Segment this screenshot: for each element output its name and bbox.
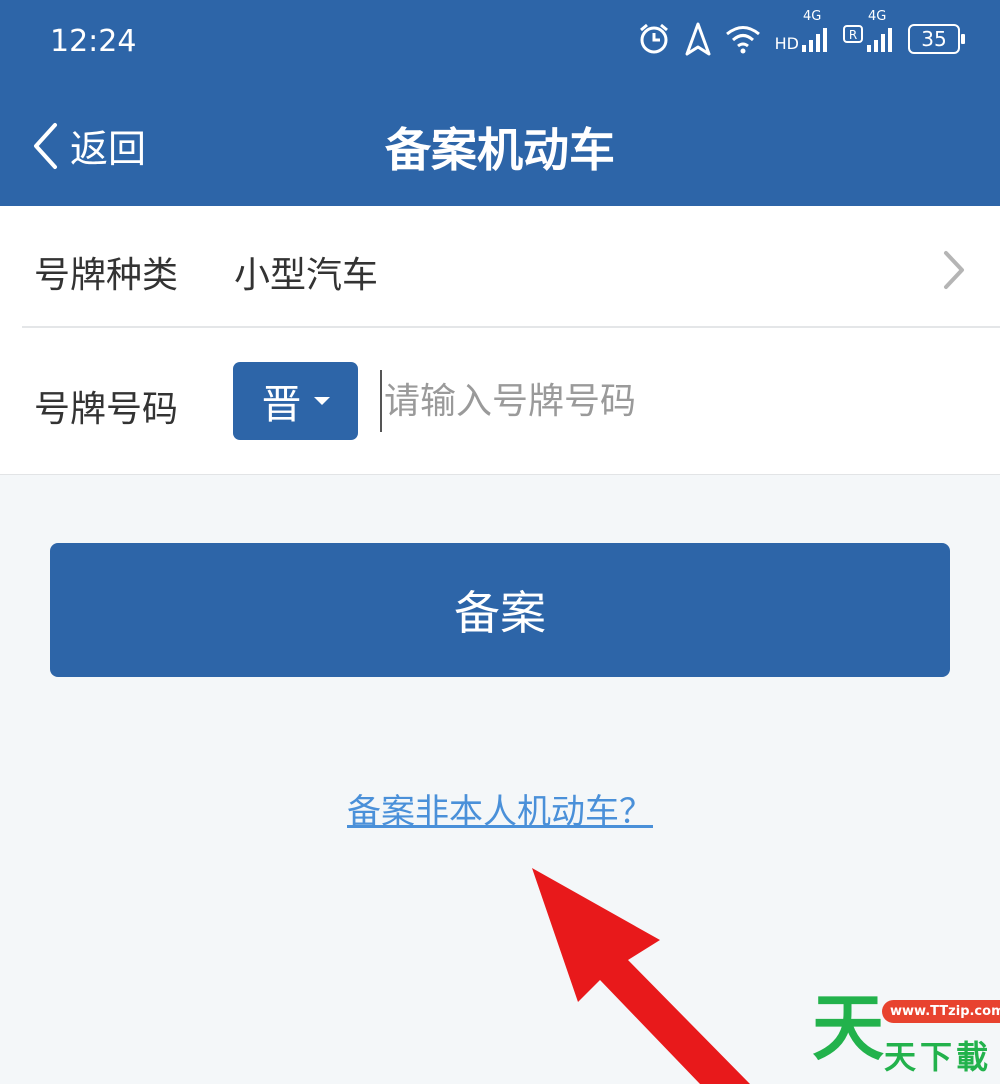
network-4g-label-2: 4G: [868, 9, 887, 24]
hd-label: HD: [774, 34, 799, 53]
plate-number-row: 号牌号码 晋: [0, 328, 1000, 474]
watermark-url: www.TTzip.com: [882, 1000, 1000, 1023]
plate-number-label: 号牌号码: [34, 389, 179, 430]
wifi-icon: [725, 26, 760, 54]
location-icon: [685, 22, 711, 56]
plate-type-label: 号牌种类: [34, 255, 179, 296]
app-header: 12:24 HD 4G R 4G 35 返回 备案机动车: [0, 0, 1000, 206]
roaming-icon: R: [843, 25, 863, 43]
signal-icon: [802, 28, 827, 52]
page-title: 备案机动车: [385, 123, 615, 177]
watermark-big-char: 天: [812, 986, 885, 1070]
caret-down-icon: [313, 397, 330, 405]
battery-icon: 35: [908, 24, 965, 54]
status-icons: HD 4G R 4G 35: [637, 9, 965, 56]
other-vehicle-link[interactable]: 备案非本人机动车？: [0, 784, 1000, 833]
svg-text:R: R: [849, 28, 857, 42]
alarm-icon: [639, 23, 668, 54]
watermark-sub: 天下載: [884, 1038, 993, 1076]
watermark-logo: 天 www.TTzip.com 天下載: [806, 986, 1000, 1080]
vehicle-form: 号牌种类 小型汽车 号牌号码 晋: [0, 206, 1000, 475]
status-time: 12:24: [50, 24, 137, 59]
province-value: 晋: [261, 382, 302, 428]
network-4g-label: 4G: [803, 9, 822, 24]
plate-type-row[interactable]: 号牌种类 小型汽车: [0, 206, 1000, 326]
red-arrow: [532, 868, 750, 1084]
plate-type-value: 小型汽车: [234, 255, 379, 296]
plate-number-input[interactable]: [380, 370, 944, 432]
chevron-right-icon: [944, 251, 964, 289]
province-select[interactable]: 晋: [233, 362, 358, 440]
signal-icon-2: [867, 28, 892, 52]
submit-button[interactable]: 备案: [50, 543, 950, 677]
